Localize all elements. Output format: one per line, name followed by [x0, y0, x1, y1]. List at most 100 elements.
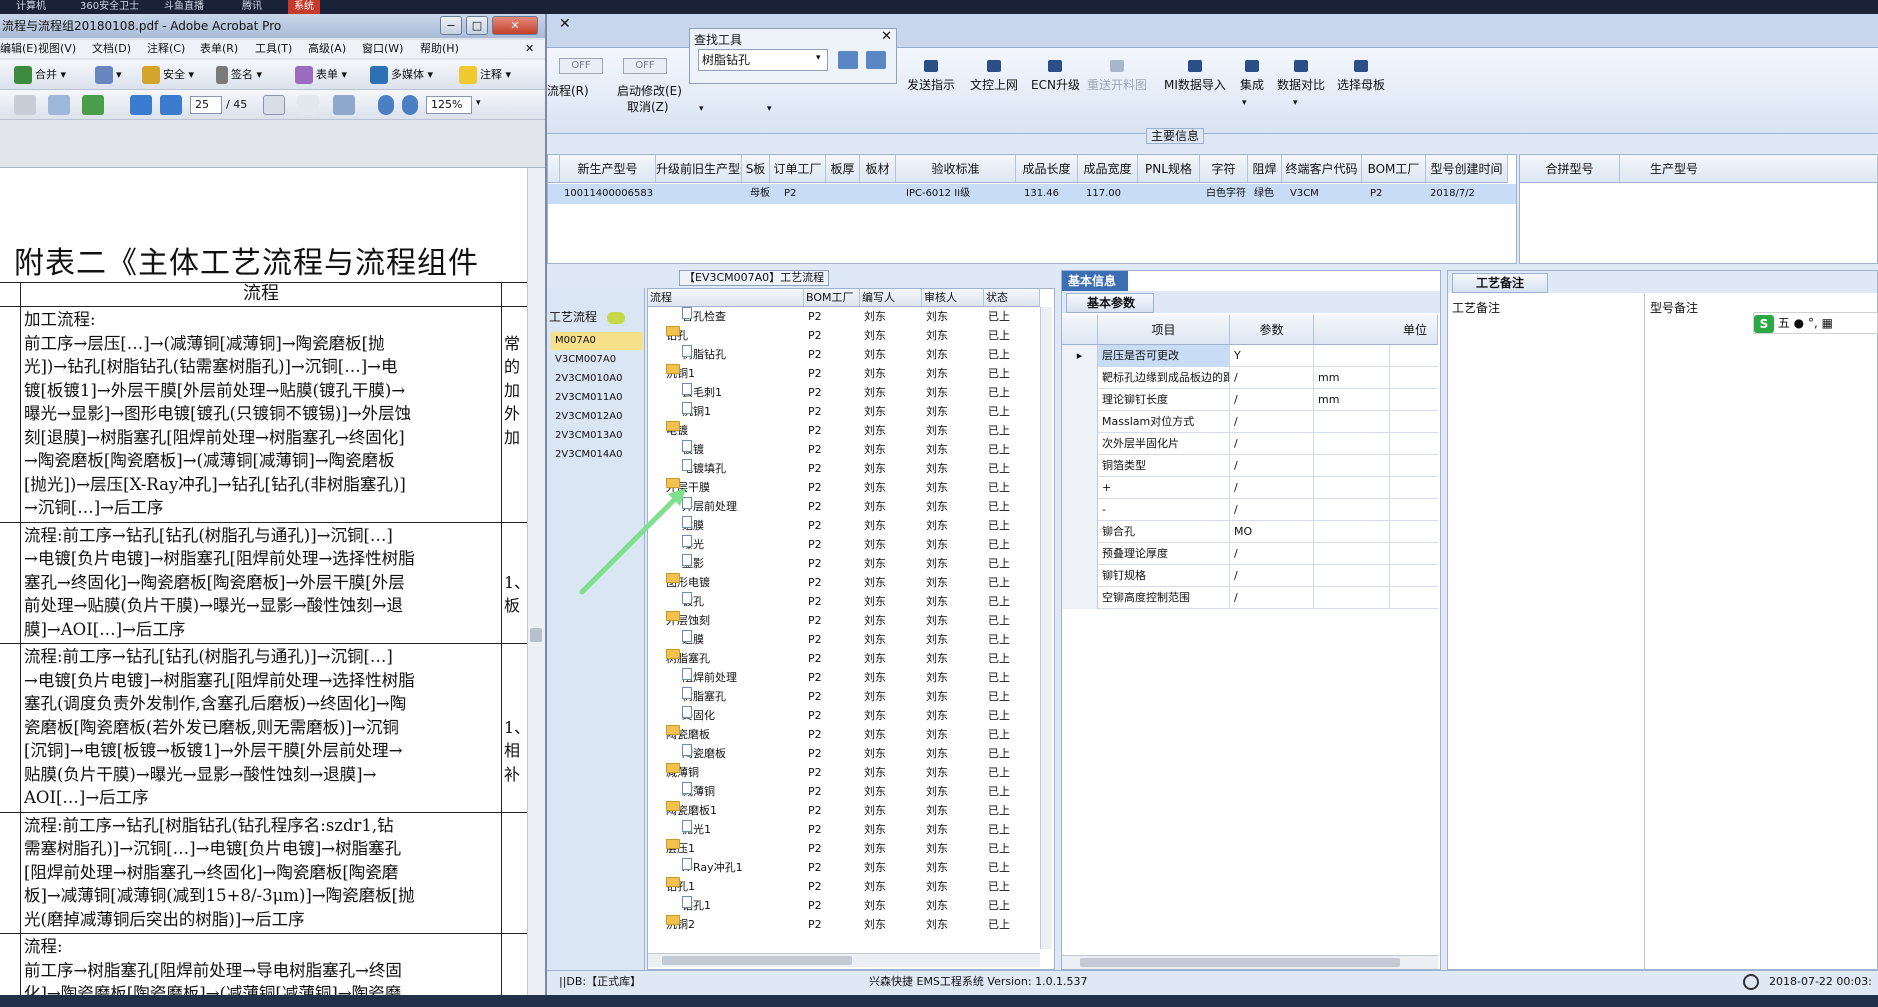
tree-col-header[interactable]: BOM工厂 [804, 289, 860, 307]
tree-row[interactable]: 陶瓷磨板 P2 刘东 刘东 已上 [648, 744, 1053, 763]
menu-item-document[interactable]: 文档(D) [92, 40, 131, 58]
keyboard-icon[interactable]: ▦ [1822, 316, 1833, 330]
list-item[interactable]: 2V3CM012A0 [551, 408, 643, 426]
menu-item-tools[interactable]: 工具(T) [255, 40, 292, 58]
tree-row[interactable]: 贴膜 P2 刘东 刘东 已上 [648, 516, 1053, 535]
chevron-down-icon[interactable]: ▾ [699, 104, 704, 114]
grid-header[interactable]: 字符 [1200, 155, 1248, 183]
tree-row[interactable]: 显影 P2 刘东 刘东 已上 [648, 554, 1053, 573]
param-row[interactable]: 靶标孔边缘到成品板边的距离/mm [1062, 367, 1438, 389]
tree-row[interactable]: − 层压1 P2 刘东 刘东 已上 [648, 839, 1053, 858]
zoom-in-icon[interactable] [402, 95, 418, 115]
toggle-off-2[interactable]: OFF [623, 58, 667, 74]
chevron-down-icon[interactable]: ▾ [816, 53, 821, 63]
next-page-icon[interactable] [160, 95, 182, 115]
list-item[interactable]: 2V3CM014A0 [551, 446, 643, 464]
param-row[interactable]: 铆合孔 MO [1062, 521, 1438, 543]
tree-row[interactable]: 树脂塞孔 P2 刘东 刘东 已上 [648, 687, 1053, 706]
tree-col-header[interactable]: 审核人 [922, 289, 984, 307]
grid-cell[interactable]: 131.46 [1024, 184, 1086, 204]
desktop-item[interactable]: 腾讯 [242, 0, 262, 14]
desktop-item[interactable]: 系统 [288, 0, 320, 14]
desktop-item[interactable]: 计算机 [16, 0, 46, 14]
grid-header[interactable]: 阻焊 [1248, 155, 1282, 183]
param-row[interactable]: 空铆高度控制范围 / [1062, 587, 1438, 609]
grid-header[interactable]: PNL规格 [1138, 155, 1200, 183]
mi-data-import-button[interactable]: MI数据导入 [1164, 60, 1226, 93]
grid-cell[interactable]: 绿色 [1254, 184, 1288, 204]
grid-cell[interactable] [860, 184, 896, 204]
grid-cell[interactable]: P2 [1370, 184, 1434, 204]
tree-row[interactable]: −电镀 P2 刘东 刘东 已上 [648, 421, 1053, 440]
doc-control-online-button[interactable]: 文控上网 [970, 60, 1018, 93]
tree-row[interactable]: − 树脂塞孔 P2 刘东 刘东 已上 [648, 649, 1053, 668]
cancel-button[interactable]: 取消(Z) [627, 98, 669, 115]
tree-row[interactable]: 电镀填孔 P2 刘东 刘东 已上 [648, 459, 1053, 478]
close-button[interactable]: ✕ [492, 16, 538, 35]
col-header-param[interactable]: 参数 [1230, 315, 1314, 345]
tree-row[interactable]: − 减薄铜 P2 刘东 刘东 已上 [648, 763, 1053, 782]
grid-cell[interactable] [1138, 184, 1200, 204]
tree-row[interactable]: 抛光1 P2 刘东 刘东 已上 [648, 820, 1053, 839]
desktop-item[interactable]: 360安全卫士 [80, 0, 139, 14]
param-value[interactable]: / [1230, 367, 1314, 389]
tree-col-header[interactable]: 编写人 [860, 289, 922, 307]
list-item[interactable]: 2V3CM013A0 [551, 427, 643, 445]
param-value[interactable]: / [1230, 499, 1314, 521]
share-button[interactable]: ▾ [95, 66, 122, 84]
param-value[interactable]: / [1230, 543, 1314, 565]
tree-row[interactable]: X-Ray冲孔1 P2 刘东 刘东 已上 [648, 858, 1053, 877]
page-number-input[interactable]: 25 [190, 96, 222, 114]
sign-button[interactable]: 签名 ▾ [216, 66, 262, 84]
tree-row[interactable]: − 外层干膜 P2 刘东 刘东 已上 [648, 478, 1053, 497]
data-compare-button[interactable]: 数据对比 [1277, 60, 1325, 93]
chevron-down-icon[interactable]: ▾ [767, 104, 772, 114]
grid-header-production-model[interactable]: 生产型号 [1620, 155, 1878, 183]
grid-header[interactable]: 验收标准 [896, 155, 1016, 183]
tree-row[interactable]: − 图形电镀 P2 刘东 刘东 已上 [648, 573, 1053, 592]
param-value[interactable]: / [1230, 587, 1314, 609]
grid-header-merged-model[interactable]: 合拼型号 [1520, 155, 1620, 183]
table-row[interactable]: 10011400006583 母板 P2 IPC-6012 II级 131.46 117.… [548, 184, 1516, 204]
grid-header[interactable]: S板 [742, 155, 770, 183]
param-value[interactable]: / [1230, 389, 1314, 411]
grid-cell[interactable]: IPC-6012 II级 [906, 184, 1026, 204]
tree-row[interactable]: − 外层蚀刻 P2 刘东 刘东 已上 [648, 611, 1053, 630]
desktop-item[interactable]: 斗鱼直播 [164, 0, 204, 14]
ecn-upgrade-button[interactable]: ECN升级 [1031, 60, 1080, 93]
scroll-thumb[interactable] [662, 956, 852, 965]
col-header-unit[interactable]: 单位 [1314, 315, 1438, 345]
list-item[interactable]: 2V3CM011A0 [551, 389, 643, 407]
zoom-icon[interactable] [333, 95, 355, 115]
param-row[interactable]: 铆钉规格 / [1062, 565, 1438, 587]
param-row[interactable]: 预叠理论厚度 / [1062, 543, 1438, 565]
chevron-down-icon[interactable]: ▾ [476, 98, 481, 108]
param-value[interactable]: / [1230, 565, 1314, 587]
menu-item-edit[interactable]: 编辑(E) [0, 40, 38, 58]
zoom-level-select[interactable]: 125% [426, 96, 472, 114]
toggle-off-1[interactable]: OFF [559, 58, 603, 74]
tree-row[interactable]: 沉铜1 P2 刘东 刘东 已上 [648, 402, 1053, 421]
tree-row[interactable]: − 沉铜2 P2 刘东 刘东 已上 [648, 915, 1053, 934]
menu-item-view[interactable]: 视图(V) [38, 40, 76, 58]
grid-header[interactable]: 订单工厂 [770, 155, 826, 183]
grid-cell[interactable]: 白色字符 [1206, 184, 1254, 204]
col-header-item[interactable]: 项目 [1098, 315, 1230, 345]
param-value[interactable]: Y [1230, 345, 1314, 367]
close-tab-icon[interactable]: ✕ [559, 16, 571, 32]
menu-item-window[interactable]: 窗口(W) [362, 40, 403, 58]
ime-toolbar[interactable]: S 五 ● °, ▦ [1753, 312, 1878, 334]
tree-row[interactable]: 减薄铜 P2 刘东 刘东 已上 [648, 782, 1053, 801]
punctuation-icon[interactable]: °, [1808, 316, 1818, 330]
find-prev-icon[interactable] [838, 51, 858, 69]
select-motherboard-button[interactable]: 选择母板 [1337, 60, 1385, 93]
tree-row[interactable]: − 陶瓷磨板1 P2 刘东 刘东 已上 [648, 801, 1053, 820]
menu-item-help[interactable]: 帮助(H) [420, 40, 459, 58]
param-row[interactable]: + / [1062, 477, 1438, 499]
select-text-icon[interactable] [263, 95, 285, 115]
flow-button[interactable]: 流程(R) [547, 82, 589, 99]
vertical-scrollbar[interactable] [1040, 307, 1052, 949]
tree-row[interactable]: − 沉铜1 P2 刘东 刘东 已上 [648, 364, 1053, 383]
save-icon[interactable] [14, 95, 36, 115]
param-row[interactable]: ▸ 层压是否可更改 Y [1062, 345, 1438, 367]
